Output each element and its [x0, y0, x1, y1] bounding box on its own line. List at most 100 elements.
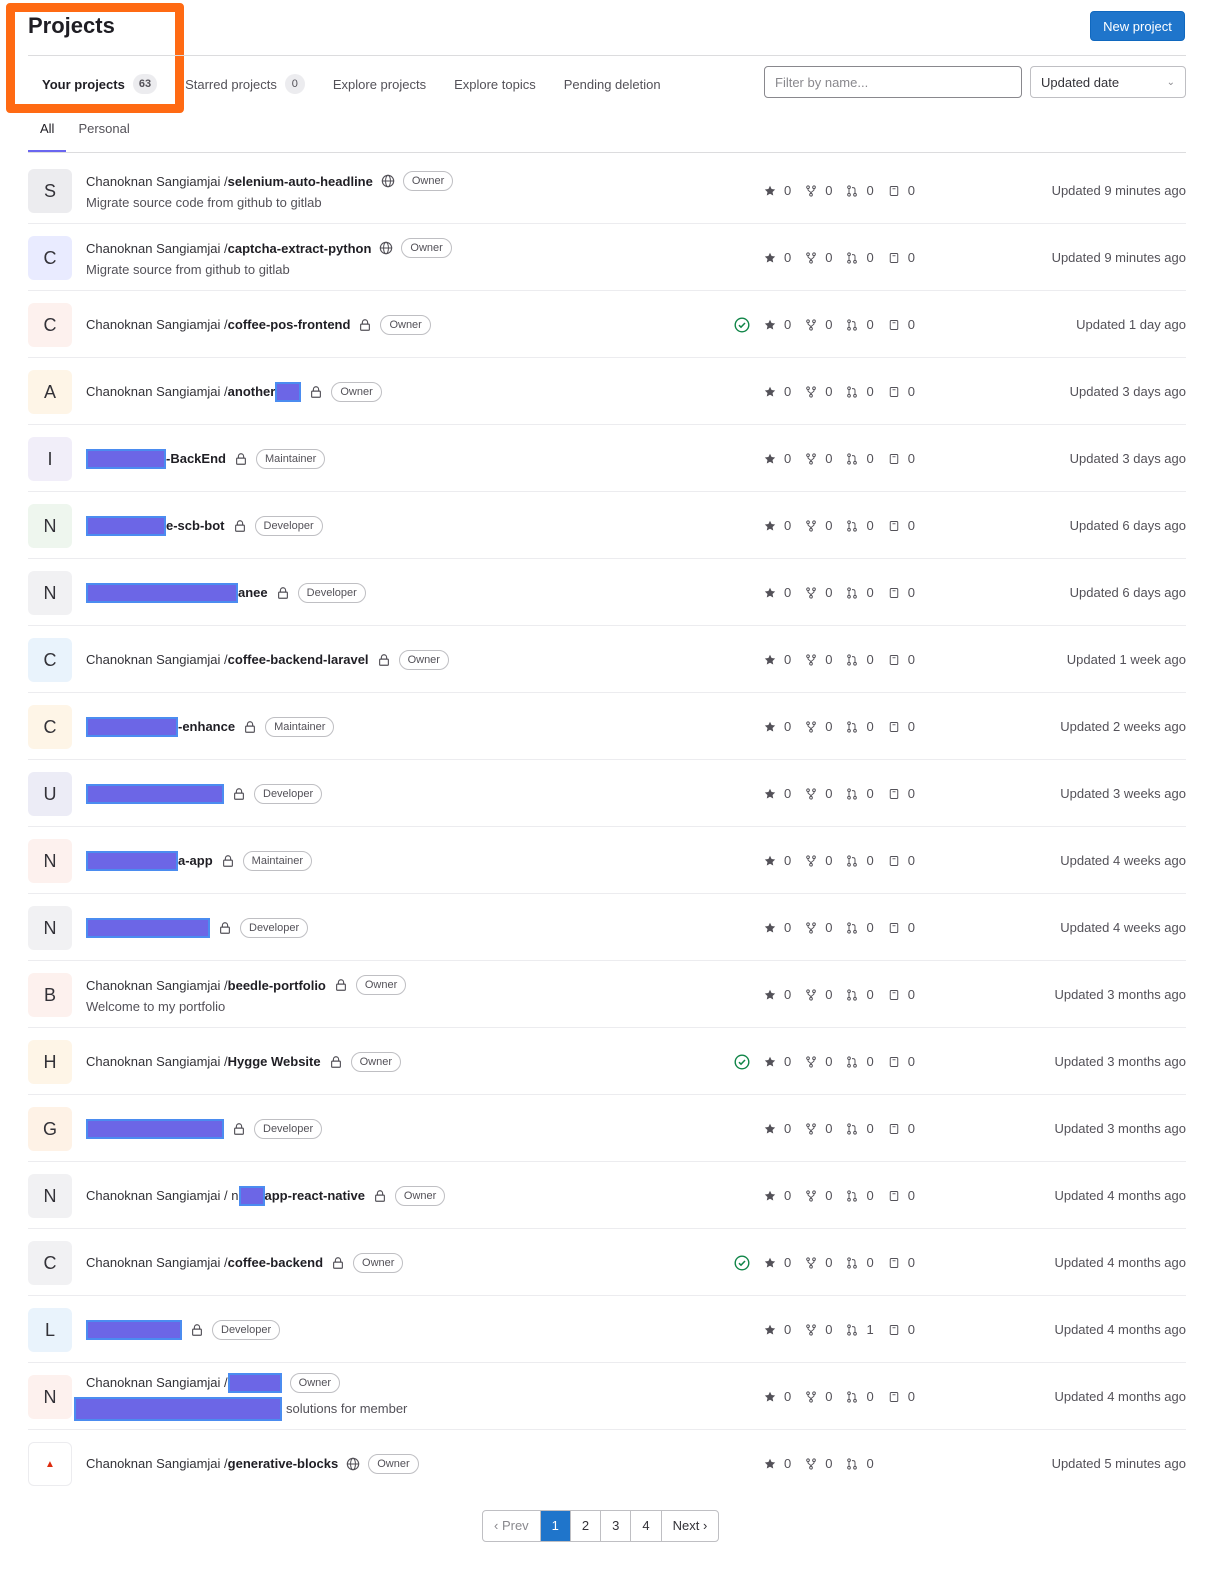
project-namespace[interactable]: Chanoknan Sangiamjai /	[86, 1255, 228, 1270]
issue-count[interactable]: 0	[888, 451, 915, 466]
star-count[interactable]: 0	[764, 987, 791, 1002]
project-row[interactable]: I -BackEnd Maintainer 0 0 0 0 Updated 3 days ag…	[28, 425, 1186, 492]
star-count[interactable]: 0	[764, 719, 791, 734]
project-row[interactable]: C Chanoknan Sangiamjai / coffee-backend Ow…	[28, 1229, 1186, 1296]
project-namespace[interactable]: Chanoknan Sangiamjai /	[86, 317, 228, 332]
fork-count[interactable]: 0	[805, 853, 832, 868]
new-project-button[interactable]: New project	[1090, 11, 1185, 41]
issue-count[interactable]: 0	[888, 920, 915, 935]
project-name-link[interactable]: captcha-extract-python	[228, 241, 372, 256]
project-name-link[interactable]: app-react-native	[265, 1188, 365, 1203]
fork-count[interactable]: 0	[805, 1188, 832, 1203]
merge-request-count[interactable]: 0	[846, 250, 874, 265]
project-avatar[interactable]: G	[28, 1107, 72, 1151]
subtab-personal[interactable]: Personal	[66, 118, 141, 152]
star-count[interactable]: 0	[764, 1255, 791, 1270]
merge-request-count[interactable]: 0	[846, 1255, 874, 1270]
project-namespace[interactable]: Chanoknan Sangiamjai /	[86, 1456, 228, 1471]
tab-pending-deletion[interactable]: Pending deletion	[550, 66, 675, 102]
project-row[interactable]: N Chanoknan Sangiamjai / Owner solutions f…	[28, 1363, 1186, 1430]
fork-count[interactable]: 0	[805, 1255, 832, 1270]
project-avatar[interactable]: U	[28, 772, 72, 816]
issue-count[interactable]: 0	[888, 1054, 915, 1069]
fork-count[interactable]: 0	[805, 786, 832, 801]
project-avatar[interactable]: L	[28, 1308, 72, 1352]
page-2-button[interactable]: 2	[569, 1511, 600, 1541]
star-count[interactable]: 0	[764, 451, 791, 466]
issue-count[interactable]: 0	[888, 1389, 915, 1404]
project-row[interactable]: Nanee Developer 0 0 0 0 Updated 6 days ago	[28, 559, 1186, 626]
fork-count[interactable]: 0	[805, 183, 832, 198]
pipeline-passed-icon[interactable]	[734, 317, 750, 333]
star-count[interactable]: 0	[764, 183, 791, 198]
project-row[interactable]: C Chanoknan Sangiamjai / coffee-backend-l…	[28, 626, 1186, 693]
filter-by-name-input[interactable]	[764, 66, 1022, 98]
project-avatar[interactable]: N	[28, 504, 72, 548]
star-count[interactable]: 0	[764, 1389, 791, 1404]
project-avatar[interactable]: C	[28, 1241, 72, 1285]
issue-count[interactable]: 0	[888, 652, 915, 667]
project-name-link[interactable]: -BackEnd	[166, 451, 226, 466]
project-name-link[interactable]: anee	[238, 585, 268, 600]
project-row[interactable]: C -enhance Maintainer 0 0 0 0 Updated 2 weeks a…	[28, 693, 1186, 760]
project-avatar[interactable]: C	[28, 303, 72, 347]
fork-count[interactable]: 0	[805, 1121, 832, 1136]
tab-starred-projects[interactable]: Starred projects 0	[171, 66, 319, 102]
project-namespace[interactable]: Chanoknan Sangiamjai /	[86, 652, 228, 667]
project-avatar[interactable]: N	[28, 1174, 72, 1218]
project-row[interactable]: S Chanoknan Sangiamjai / selenium-auto-he…	[28, 157, 1186, 224]
page-4-button[interactable]: 4	[630, 1511, 660, 1541]
project-name-link[interactable]: e-scb-bot	[166, 518, 225, 533]
project-avatar[interactable]: S	[28, 169, 72, 213]
star-count[interactable]: 0	[764, 518, 791, 533]
fork-count[interactable]: 0	[805, 719, 832, 734]
star-count[interactable]: 0	[764, 1121, 791, 1136]
project-avatar[interactable]: I	[28, 437, 72, 481]
project-avatar[interactable]: N	[28, 1375, 72, 1419]
fork-count[interactable]: 0	[805, 920, 832, 935]
project-row[interactable]: U Developer 0 0 0 0 Updated 3 weeks ago	[28, 760, 1186, 827]
project-row[interactable]: L Developer 0 0 1 0 Updated 4 months ago	[28, 1296, 1186, 1363]
tab-explore-topics[interactable]: Explore topics	[440, 66, 550, 102]
issue-count[interactable]: 0	[888, 183, 915, 198]
issue-count[interactable]: 0	[888, 518, 915, 533]
project-namespace[interactable]: Chanoknan Sangiamjai /	[86, 174, 228, 189]
project-row[interactable]: Na-app Maintainer 0 0 0 0 Updated 4 weeks ago	[28, 827, 1186, 894]
project-avatar[interactable]: N	[28, 839, 72, 883]
issue-count[interactable]: 0	[888, 1121, 915, 1136]
project-namespace[interactable]: Chanoknan Sangiamjai /	[86, 978, 228, 993]
star-count[interactable]: 0	[764, 652, 791, 667]
project-row[interactable]: C Chanoknan Sangiamjai / coffee-pos-front…	[28, 291, 1186, 358]
project-namespace[interactable]: Chanoknan Sangiamjai /	[86, 384, 228, 399]
star-count[interactable]: 0	[764, 250, 791, 265]
merge-request-count[interactable]: 0	[846, 451, 874, 466]
issue-count[interactable]: 0	[888, 853, 915, 868]
project-row[interactable]: G Developer 0 0 0 0 Updated 3 months ago	[28, 1095, 1186, 1162]
fork-count[interactable]: 0	[805, 1456, 832, 1471]
star-count[interactable]: 0	[764, 920, 791, 935]
page-1-button[interactable]: 1	[539, 1511, 570, 1541]
tab-explore-projects[interactable]: Explore projects	[319, 66, 440, 102]
project-avatar[interactable]: ▲	[28, 1442, 72, 1486]
issue-count[interactable]: 0	[888, 250, 915, 265]
star-count[interactable]: 0	[764, 317, 791, 332]
merge-request-count[interactable]: 0	[846, 786, 874, 801]
merge-request-count[interactable]: 0	[846, 1389, 874, 1404]
merge-request-count[interactable]: 1	[846, 1322, 874, 1337]
merge-request-count[interactable]: 0	[846, 518, 874, 533]
merge-request-count[interactable]: 0	[846, 384, 874, 399]
fork-count[interactable]: 0	[805, 384, 832, 399]
project-row[interactable]: N Chanoknan Sangiamjai / n app-react-nativ…	[28, 1162, 1186, 1229]
project-avatar[interactable]: C	[28, 705, 72, 749]
issue-count[interactable]: 0	[888, 786, 915, 801]
project-avatar[interactable]: A	[28, 370, 72, 414]
project-name-link[interactable]: generative-blocks	[228, 1456, 339, 1471]
project-name-link[interactable]: coffee-backend	[228, 1255, 323, 1270]
fork-count[interactable]: 0	[805, 317, 832, 332]
star-count[interactable]: 0	[764, 384, 791, 399]
merge-request-count[interactable]: 0	[846, 1121, 874, 1136]
project-name-link[interactable]: another	[228, 384, 276, 399]
fork-count[interactable]: 0	[805, 1389, 832, 1404]
fork-count[interactable]: 0	[805, 652, 832, 667]
project-namespace[interactable]: Chanoknan Sangiamjai /	[86, 1375, 228, 1390]
